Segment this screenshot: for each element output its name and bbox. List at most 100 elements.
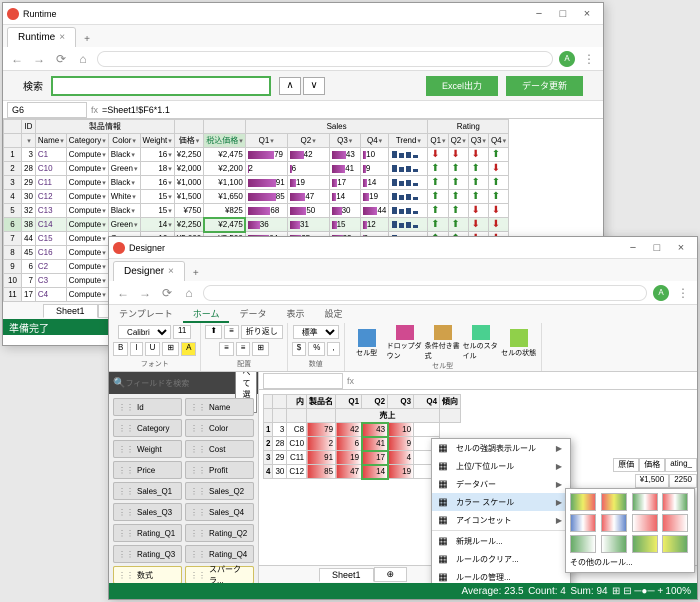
ribbon-big-button[interactable]: ドロップダウン [387,325,423,361]
ribbon-tab[interactable]: ホーム [183,305,230,323]
minimize-button[interactable]: − [621,238,645,258]
align-top-button[interactable]: ⬆ [205,325,222,339]
close-button[interactable]: × [669,238,693,258]
table-row[interactable]: 532C13ComputeBlack15¥750¥82568503044⬆⬆⬇⬇ [4,204,509,218]
color-scale-swatch[interactable] [662,535,688,553]
sheet-tab[interactable]: Sheet1 [43,304,98,318]
field-button[interactable]: ⋮⋮Price [113,461,182,479]
border-button[interactable]: ⊞ [162,342,179,356]
menu-item[interactable]: ▦ルールの管理... [432,568,570,583]
align-center-button[interactable]: ≡ [236,342,251,356]
field-button[interactable]: ⋮⋮Sales_Q1 [113,482,182,500]
table-row[interactable]: 13C1ComputeBlack16¥2,250¥2,47579424310⬇⬇… [4,148,509,162]
column-header[interactable]: Color [108,134,140,148]
close-tab-icon[interactable]: × [59,32,65,43]
color-scale-swatch[interactable] [601,514,627,532]
ribbon-tab[interactable]: 表示 [276,305,314,323]
table-row[interactable]: 329C11ComputeBlack16¥1,000¥1,10091191714… [4,176,509,190]
color-scale-swatch[interactable] [570,514,596,532]
font-size-input[interactable]: 11 [173,325,191,339]
ribbon-big-button[interactable]: セルの状態 [501,325,537,361]
field-button[interactable]: ⋮⋮Rating_Q2 [185,524,254,542]
bold-button[interactable]: B [113,342,128,356]
color-scale-swatch[interactable] [570,535,596,553]
column-header[interactable]: Q2 [287,134,329,148]
underline-button[interactable]: U [145,342,161,356]
maximize-button[interactable]: □ [551,4,575,24]
color-scale-swatch[interactable] [662,514,688,532]
cell-reference-input[interactable] [263,373,343,389]
ribbon-tab[interactable]: テンプレート [109,305,183,323]
menu-item[interactable]: ▦新規ルール... [432,532,570,550]
column-header[interactable]: Trend [389,134,428,148]
menu-button[interactable]: ⋮ [675,285,691,301]
italic-button[interactable]: I [130,342,142,356]
number-format-select[interactable]: 標準 [293,325,339,339]
ribbon-big-button[interactable]: 条件付き書式 [425,325,461,361]
search-input[interactable] [51,76,271,96]
new-tab-button[interactable]: + [76,32,98,47]
align-left-button[interactable]: ≡ [219,342,234,356]
back-button[interactable]: ← [9,51,25,67]
excel-export-button[interactable]: Excel出力 [426,76,498,96]
color-scale-swatch[interactable] [632,514,658,532]
merge-button[interactable]: ⊞ [252,342,269,356]
field-button[interactable]: ⋮⋮Id [113,398,182,416]
column-header[interactable]: Q4 [360,134,389,148]
menu-item[interactable]: ▦アイコンセット▶ [432,511,570,529]
sheet-tab[interactable]: Sheet1 [319,568,374,582]
cell-reference-input[interactable] [7,102,87,118]
comma-button[interactable]: , [327,342,339,356]
color-scale-swatch[interactable] [632,535,658,553]
fill-button[interactable]: A [181,342,196,356]
user-avatar[interactable]: A [653,285,669,301]
table-row[interactable]: 228C10ComputeGreen18¥2,000¥2,20026419⬆⬆⬆… [4,162,509,176]
column-header[interactable]: Name [35,134,66,148]
menu-item[interactable]: ▦セルの強調表示ルール▶ [432,439,570,457]
field-extra-button[interactable]: ⋮⋮スパークラ... [185,566,254,583]
ribbon-tab[interactable]: 設定 [315,305,353,323]
close-tab-icon[interactable]: × [168,266,174,277]
menu-item[interactable]: ▦ルールのクリア... [432,550,570,568]
forward-button[interactable]: → [31,51,47,67]
column-header[interactable]: 価格 [174,134,203,148]
menu-item[interactable]: ▦上位/下位ルール▶ [432,457,570,475]
close-button[interactable]: × [575,4,599,24]
column-header[interactable]: Q4 [488,134,508,148]
home-button[interactable]: ⌂ [75,51,91,67]
field-button[interactable]: ⋮⋮Color [185,419,254,437]
field-button[interactable]: ⋮⋮Profit [185,461,254,479]
update-data-button[interactable]: データ更新 [506,76,583,96]
prev-button[interactable]: ∧ [279,77,301,95]
color-scale-swatch[interactable] [570,493,596,511]
column-header[interactable] [22,134,36,148]
font-select[interactable]: Calibri [118,325,171,339]
add-sheet-button[interactable]: ⊕ [374,567,408,582]
forward-button[interactable]: → [137,285,153,301]
color-scale-swatch[interactable] [601,493,627,511]
ribbon-tab[interactable]: データ [229,305,276,323]
url-input[interactable] [203,285,647,301]
maximize-button[interactable]: □ [645,238,669,258]
more-rules-item[interactable]: その他のルール... [570,557,690,568]
color-scale-swatch[interactable] [662,493,688,511]
table-row[interactable]: 430C12ComputeWhite15¥1,500¥1,65085471419… [4,190,509,204]
reload-button[interactable]: ⟳ [159,285,175,301]
field-button[interactable]: ⋮⋮Cost [185,440,254,458]
currency-button[interactable]: $ [292,342,306,356]
field-button[interactable]: ⋮⋮Rating_Q3 [113,545,182,563]
table-row[interactable]: 638C14ComputeGreen14¥2,250¥2,47536311512… [4,218,509,232]
color-scale-swatch[interactable] [601,535,627,553]
menu-button[interactable]: ⋮ [581,51,597,67]
column-header[interactable]: Weight [140,134,174,148]
column-header[interactable]: Q2 [448,134,468,148]
field-button[interactable]: ⋮⋮Sales_Q4 [185,503,254,521]
field-extra-button[interactable]: ⋮⋮数式 [113,566,182,583]
column-header[interactable]: Q3 [468,134,488,148]
zoom-slider[interactable]: ⊞ ⊟ ─●─ + [612,586,663,597]
browser-tab[interactable]: Runtime× [7,27,76,47]
user-avatar[interactable]: A [559,51,575,67]
field-button[interactable]: ⋮⋮Sales_Q3 [113,503,182,521]
color-scale-swatch[interactable] [632,493,658,511]
column-header[interactable]: Category [66,134,108,148]
